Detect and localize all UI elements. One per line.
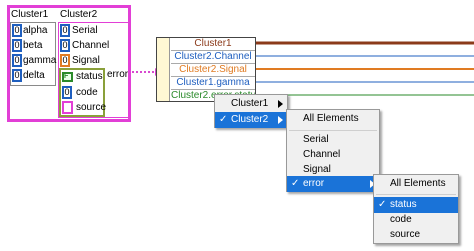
menu-separator — [376, 194, 456, 195]
menu-item-label: All Elements — [390, 178, 446, 189]
menu-item-label: Signal — [303, 164, 331, 175]
source-string[interactable] — [62, 101, 73, 114]
checkmark-icon: ✓ — [219, 114, 228, 125]
field-label-delta: delta — [23, 70, 45, 81]
menu-item-serial[interactable]: Serial — [287, 132, 379, 148]
menu-item-label: Serial — [303, 134, 329, 145]
menu-item-error[interactable]: ✓ error — [287, 176, 379, 192]
unbundle-row-gamma[interactable]: Cluster1.gamma — [171, 77, 255, 90]
numeric-control-alpha[interactable]: 0 — [12, 24, 22, 37]
menu-item-label: status — [390, 199, 417, 210]
field-label-alpha: alpha — [23, 25, 48, 36]
menu-item-all-elements[interactable]: All Elements — [287, 111, 379, 127]
field-label-signal: Signal — [72, 55, 100, 66]
source-label: source — [76, 102, 107, 113]
menu-item-label: All Elements — [303, 113, 359, 124]
numeric-control-serial[interactable]: 0 — [60, 24, 70, 37]
cluster1-label: Cluster1 — [11, 9, 49, 20]
submenu-arrow-icon — [278, 116, 283, 124]
field-label-serial: Serial — [72, 25, 98, 36]
numeric-control-beta[interactable]: 0 — [12, 39, 22, 52]
unbundle-node-handle[interactable] — [157, 38, 170, 101]
error-label: error — [107, 69, 129, 80]
unbundle-row-signal[interactable]: Cluster2.Signal — [171, 64, 255, 77]
numeric-control-delta[interactable]: 0 — [12, 69, 22, 82]
menu-item-label: error — [303, 178, 325, 189]
menu-item-cluster1[interactable]: Cluster1 — [215, 96, 287, 112]
numeric-control-gamma[interactable]: 0 — [12, 54, 22, 67]
field-label-gamma: gamma — [23, 55, 57, 66]
context-menu-level3: All Elements ✓ status code source — [373, 174, 459, 244]
menu-item-code[interactable]: code — [374, 212, 458, 228]
field-label-beta: beta — [23, 40, 43, 51]
numeric-control-signal[interactable]: 0 — [60, 54, 70, 67]
numeric-control-channel[interactable]: 0 — [60, 39, 70, 52]
menu-item-label: Cluster2 — [231, 114, 269, 125]
menu-separator — [289, 130, 377, 131]
unbundle-row-cluster1[interactable]: Cluster1 — [171, 38, 255, 51]
cluster2-label: Cluster2 — [60, 9, 98, 20]
menu-item-cluster2[interactable]: ✓ Cluster2 — [215, 112, 287, 128]
menu-item-label: source — [390, 229, 421, 240]
context-menu-level2: All Elements Serial Channel Signal ✓ err… — [286, 109, 380, 192]
status-label: status — [76, 71, 103, 82]
field-label-channel: Channel — [72, 40, 110, 51]
status-boolean-value: F — [64, 73, 69, 80]
context-menu-level1: Cluster1 ✓ Cluster2 — [214, 94, 288, 128]
code-numeric[interactable]: 0 — [62, 86, 72, 99]
menu-item-all-elements[interactable]: All Elements — [374, 176, 458, 192]
menu-item-status[interactable]: ✓ status — [374, 197, 458, 213]
checkmark-icon: ✓ — [378, 199, 387, 210]
submenu-arrow-icon — [278, 100, 283, 108]
code-label: code — [76, 87, 98, 98]
unbundle-row-channel[interactable]: Cluster2.Channel — [171, 51, 255, 64]
checkmark-icon: ✓ — [291, 178, 300, 189]
menu-item-channel[interactable]: Channel — [287, 147, 379, 163]
menu-item-label: Cluster1 — [231, 98, 269, 109]
menu-item-label: Channel — [303, 149, 341, 160]
menu-item-label: code — [390, 214, 412, 225]
menu-item-source[interactable]: source — [374, 227, 458, 243]
